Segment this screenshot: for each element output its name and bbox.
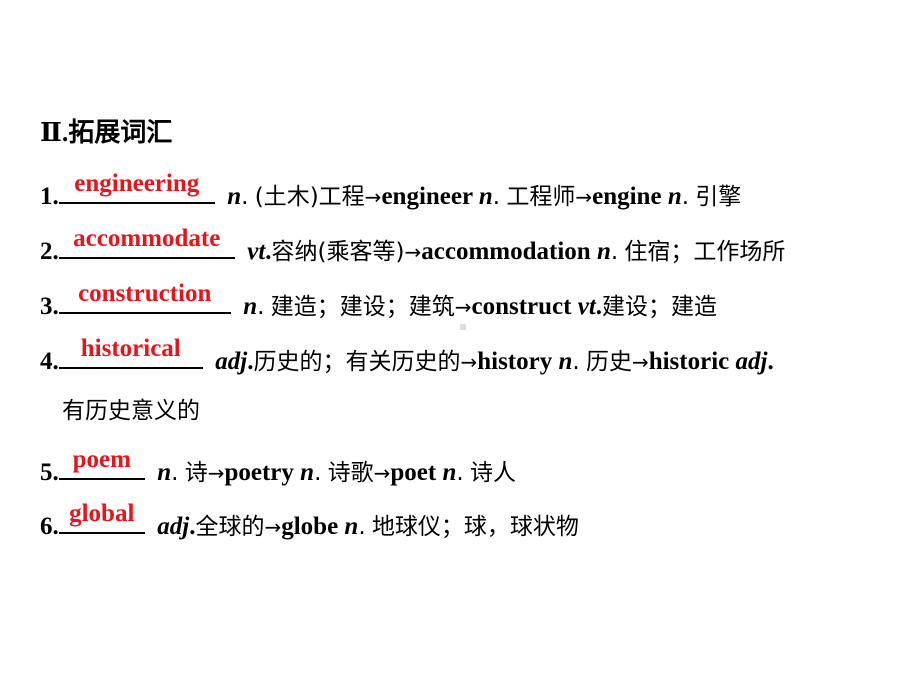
answer-text: construction [78,280,212,307]
pos-separator: . [314,460,322,486]
derived-word: globe [281,513,339,540]
vocab-item-4: 4. historical adj.历史的；有关历史的→history n. 历史… [40,336,774,377]
answer-text: poem [72,446,131,473]
meaning: 住宿；工作场所 [624,239,786,265]
part-of-speech: n [596,238,611,265]
meaning: 引擎 [695,184,742,210]
meaning: 历史 [585,349,632,375]
meaning: 历史的；有关历史的 [253,349,461,375]
vocab-item-2: 2. accommodate vt. 容纳(乘客等)→accommodation n… [40,226,786,267]
arrow-icon: → [575,185,593,209]
arrow-icon: → [631,350,649,374]
part-of-speech: adj [735,348,768,375]
pos-separator: . [767,348,774,375]
derived-word: poetry [224,459,294,486]
arrow-icon: → [454,295,472,319]
derived-word: historic [648,348,730,375]
vocab-item-5: 5. poem n. 诗→poetry n. 诗歌→poet n. 诗人 [40,447,516,488]
pos-separator: . [257,294,265,320]
pos-separator: . [358,514,366,540]
answer-blank: construction [58,281,231,314]
item-number: 5. [40,459,59,486]
part-of-speech: adj [157,513,190,540]
arrow-icon: → [364,185,382,209]
derived-word: poet [390,459,437,486]
derived-word: construct [471,293,572,320]
item-number: 1. [40,183,59,210]
part-of-speech: n [243,293,258,320]
scan-artifact [460,324,466,330]
part-of-speech: adj [215,348,248,375]
vocab-item-3: 3. construction n. 建造；建设；建筑→construct vt.… [40,281,718,322]
item-number: 3. [40,293,59,320]
arrow-icon: → [404,240,422,264]
arrow-icon: → [460,350,478,374]
derived-word: engine [592,183,662,210]
part-of-speech: n [300,459,315,486]
arrow-icon: → [373,461,391,485]
part-of-speech: vt [577,293,596,320]
meaning: 建设；建造 [602,294,718,320]
meaning: 诗歌 [327,460,374,486]
derived-word: history [477,348,553,375]
vocab-item-4-continued: 有历史意义的 [62,396,200,426]
vocab-item-6: 6. global adj.全球的→globe n. 地球仪；球，球状物 [40,501,579,542]
derived-word: engineer [381,183,473,210]
part-of-speech: n [344,513,359,540]
meaning: 容纳(乘客等) [271,239,405,265]
pos-separator: . [610,239,619,265]
answer-blank: engineering [58,171,215,204]
answer-blank: accommodate [58,226,235,259]
part-of-speech: n [442,459,457,486]
meaning: 有历史意义的 [62,398,200,424]
pos-separator: . [456,460,464,486]
item-number: 6. [40,513,59,540]
derived-word: accommodation [421,238,591,265]
part-of-speech: n [667,183,682,210]
pos-separator: . [572,349,580,375]
answer-blank: historical [58,336,203,369]
answer-blank: poem [58,447,145,480]
answer-text: engineering [74,170,200,197]
item-number: 4. [40,348,59,375]
meaning: 地球仪；球，球状物 [371,514,579,540]
part-of-speech: n [227,183,242,210]
meaning: 全球的 [195,514,265,540]
answer-text: accommodate [73,225,221,252]
part-of-speech: vt [247,238,266,265]
meaning: 工程师 [506,184,576,210]
meaning: 诗 [184,460,208,486]
section-heading: Ⅱ.拓展词汇 [40,118,173,147]
pos-separator: . [681,184,690,210]
meaning: (土木)工程 [254,184,365,210]
vocab-item-1: 1. engineering n. (土木)工程→engineer n. 工程师→… [40,171,742,212]
arrow-icon: → [207,461,225,485]
part-of-speech: n [558,348,573,375]
answer-text: global [69,500,135,527]
meaning: 诗人 [469,460,516,486]
meaning: 建造；建设；建筑 [270,294,455,320]
pos-separator: . [492,184,501,210]
pos-separator: . [241,184,249,210]
answer-text: historical [80,335,181,362]
answer-blank: global [58,501,145,534]
item-number: 2. [40,238,59,265]
part-of-speech: n [157,459,172,486]
pos-separator: . [171,460,179,486]
part-of-speech: n [478,183,493,210]
arrow-icon: → [264,515,282,539]
